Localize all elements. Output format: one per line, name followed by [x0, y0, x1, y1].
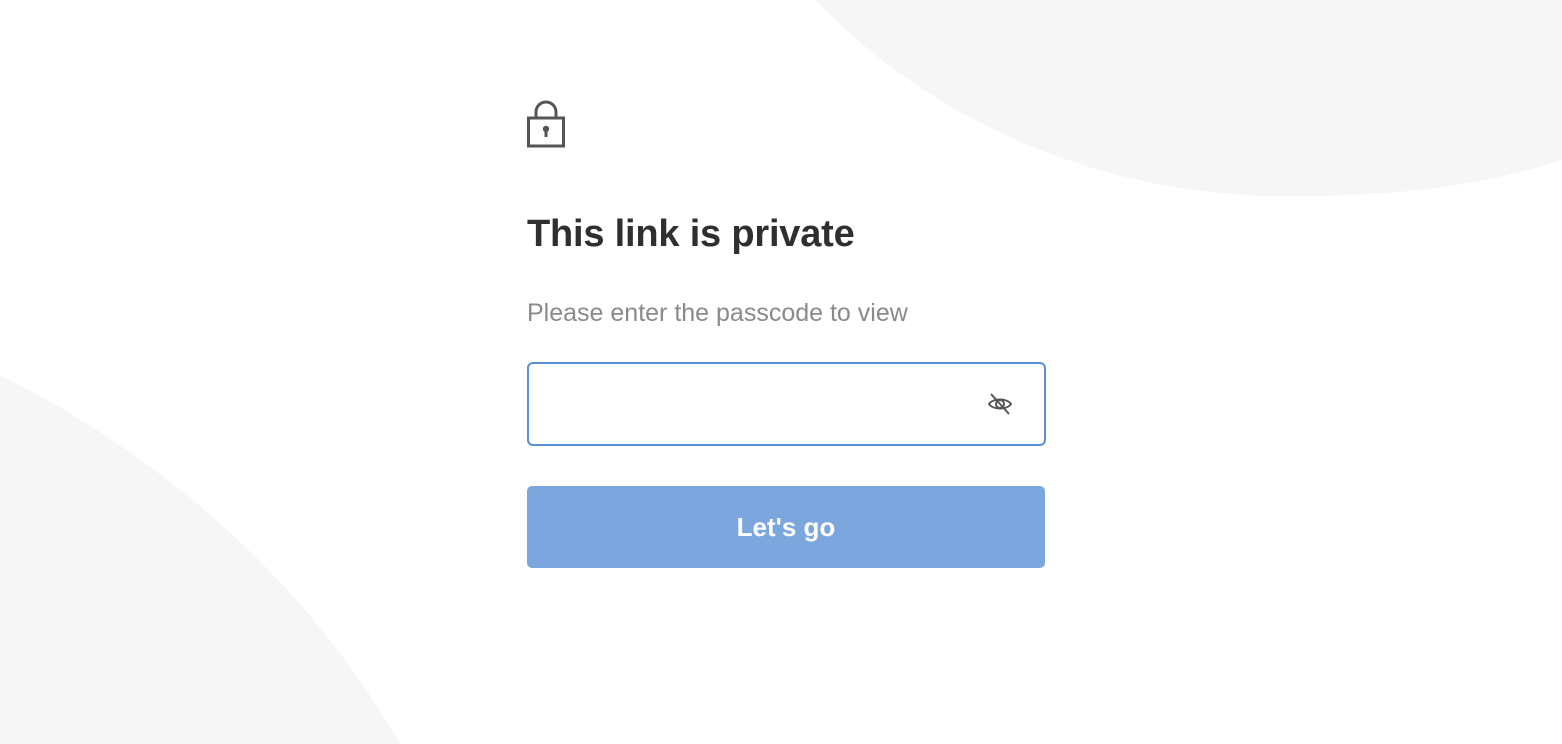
passcode-input[interactable] — [545, 364, 969, 446]
bottom-left-blob — [0, 375, 400, 744]
top-right-blob — [815, 0, 1562, 197]
page-title: This link is private — [527, 213, 855, 255]
submit-button[interactable]: Let's go — [527, 486, 1045, 568]
passcode-field[interactable] — [527, 362, 1046, 446]
passcode-page: This link is private Please enter the pa… — [0, 0, 1562, 744]
lock-icon — [527, 100, 565, 148]
page-subtitle: Please enter the passcode to view — [527, 299, 908, 327]
eye-slash-icon[interactable] — [986, 390, 1014, 418]
